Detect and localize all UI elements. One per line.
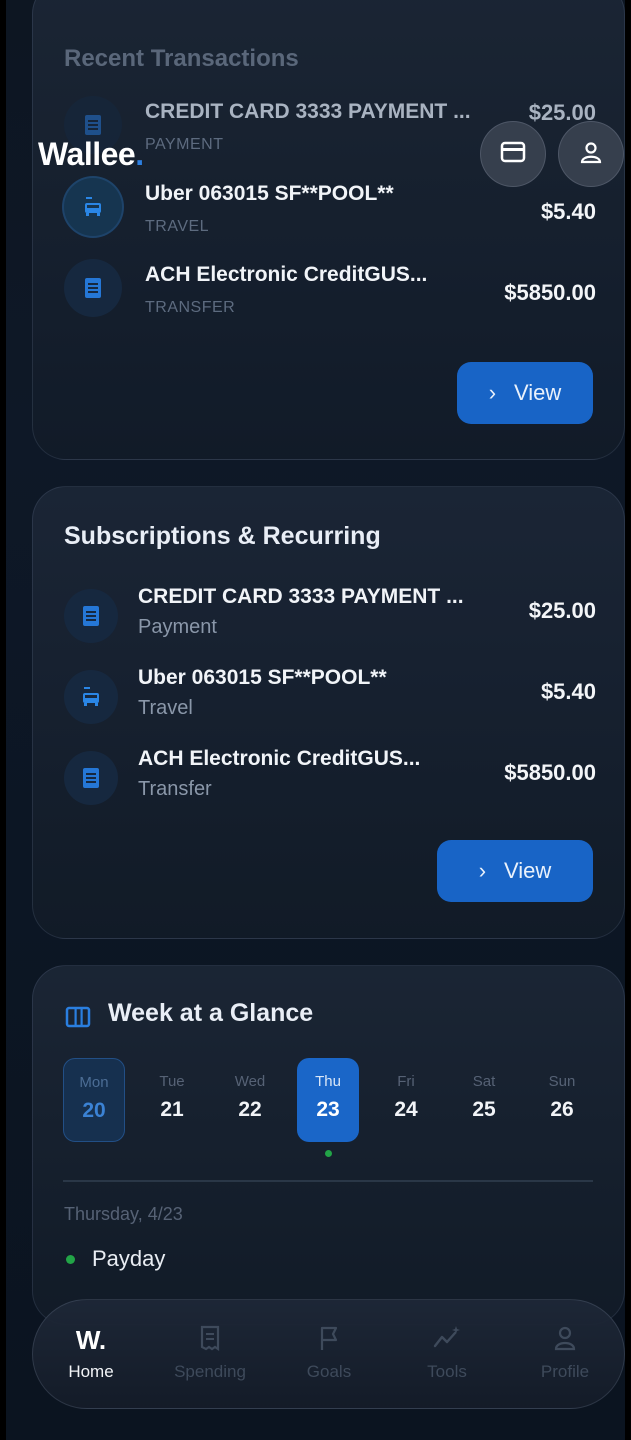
subscription-amount: $5.40 [540, 679, 596, 704]
taxi-icon [64, 178, 122, 236]
receipt-icon [64, 589, 118, 643]
receipt-icon [64, 751, 118, 805]
transaction-category: TRANSFER [145, 299, 236, 316]
app-screen: Recent Transactions CREDIT CARD 3333 PAY… [6, 0, 625, 1440]
subscriptions-view-button[interactable]: › View [437, 840, 593, 902]
transaction-name: ACH Electronic CreditGUS... [145, 263, 428, 286]
view-button-label: View [504, 858, 552, 883]
day-name: Tue [159, 1073, 185, 1090]
nav-label: Tools [427, 1362, 467, 1381]
subscription-category: Payment [138, 616, 217, 638]
receipt-icon [198, 1324, 222, 1357]
brand-name: Wallee [38, 136, 136, 172]
nav-spending[interactable]: Spending [160, 1300, 260, 1410]
day-name: Wed [234, 1073, 266, 1090]
day-date: 23 [316, 1098, 340, 1121]
subscription-amount: $25.00 [528, 598, 596, 623]
nav-label: Spending [174, 1362, 246, 1381]
day-date: 25 [472, 1098, 496, 1121]
subscription-row[interactable]: ACH Electronic CreditGUS... Transfer $58… [33, 743, 624, 813]
subscription-row[interactable]: CREDIT CARD 3333 PAYMENT ... Payment $25… [33, 581, 624, 651]
subscription-name: ACH Electronic CreditGUS... [138, 747, 421, 770]
event-dot [66, 1255, 75, 1264]
day-wed[interactable]: Wed 22 [219, 1058, 281, 1142]
transaction-amount: $5.40 [540, 199, 596, 224]
subscriptions-card: Subscriptions & Recurring CREDIT CARD 33… [32, 486, 625, 939]
profile-button[interactable] [558, 121, 624, 187]
day-name: Sun [548, 1073, 576, 1090]
day-date: 20 [82, 1099, 106, 1122]
nav-tools[interactable]: Tools [397, 1300, 497, 1410]
selected-date-label: Thursday, 4/23 [64, 1204, 183, 1224]
view-button-label: View [514, 380, 562, 405]
user-icon [579, 140, 603, 169]
day-date: 21 [160, 1098, 184, 1121]
transaction-category: TRAVEL [145, 218, 210, 235]
event-label: Payday [92, 1246, 166, 1271]
user-icon [553, 1325, 577, 1356]
day-fri[interactable]: Fri 24 [375, 1058, 437, 1142]
day-name: Sat [472, 1073, 496, 1090]
day-name: Mon [79, 1074, 109, 1091]
nav-label: Home [68, 1362, 114, 1381]
brand-logo: Wallee. [38, 136, 144, 173]
bottom-nav: W. Home Spending Goals Tools Profile [32, 1299, 625, 1409]
week-glance-card: Week at a Glance Mon 20 Tue 21 Wed 22 Th… [32, 965, 625, 1325]
transaction-row[interactable]: Uber 063015 SF**POOL** TRAVEL $5.40 [33, 178, 624, 248]
day-sun[interactable]: Sun 26 [531, 1058, 593, 1142]
day-name: Thu [315, 1073, 341, 1090]
recent-view-button[interactable]: › View [457, 362, 593, 424]
nav-profile[interactable]: Profile [515, 1300, 615, 1410]
transaction-name: CREDIT CARD 3333 PAYMENT ... [145, 100, 471, 123]
subscription-name: CREDIT CARD 3333 PAYMENT ... [138, 585, 464, 608]
subscription-category: Transfer [138, 778, 212, 800]
subscription-amount: $5850.00 [504, 760, 596, 785]
divider [63, 1180, 593, 1182]
transaction-amount: $5850.00 [504, 280, 596, 305]
day-date: 24 [394, 1098, 418, 1121]
brand-dot: . [135, 136, 144, 172]
nav-label: Goals [306, 1362, 352, 1381]
week-glance-title: Week at a Glance [108, 999, 314, 1027]
home-logo-icon: W. [75, 1324, 107, 1355]
nav-goals[interactable]: Goals [279, 1300, 379, 1410]
day-thu[interactable]: Thu 23 [297, 1058, 359, 1142]
nav-home[interactable]: W. Home [41, 1300, 141, 1410]
day-mon[interactable]: Mon 20 [63, 1058, 125, 1142]
chevron-right-icon: › [478, 858, 487, 883]
nav-label: Profile [540, 1362, 590, 1381]
card-button[interactable] [480, 121, 546, 187]
subscription-row[interactable]: Uber 063015 SF**POOL** Travel $5.40 [33, 662, 624, 732]
flag-icon [317, 1324, 341, 1357]
event-indicator-dot [325, 1150, 332, 1157]
subscription-name: Uber 063015 SF**POOL** [138, 666, 387, 689]
receipt-icon [64, 259, 122, 317]
day-date: 22 [238, 1098, 262, 1121]
calendar-columns-icon [65, 1006, 91, 1033]
chevron-right-icon: › [488, 380, 497, 405]
day-name: Fri [397, 1073, 415, 1090]
day-date: 26 [550, 1098, 574, 1121]
day-sat[interactable]: Sat 25 [453, 1058, 515, 1142]
transaction-category: PAYMENT [145, 136, 224, 153]
transaction-row[interactable]: ACH Electronic CreditGUS... TRANSFER $58… [33, 259, 624, 329]
sparkle-chart-icon [432, 1324, 462, 1357]
subscriptions-title: Subscriptions & Recurring [64, 522, 381, 550]
day-tue[interactable]: Tue 21 [141, 1058, 203, 1142]
recent-transactions-title: Recent Transactions [64, 45, 299, 72]
subscription-category: Travel [138, 697, 193, 719]
transaction-name: Uber 063015 SF**POOL** [145, 182, 394, 205]
recent-transactions-card: Recent Transactions CREDIT CARD 3333 PAY… [32, 0, 625, 460]
credit-card-icon [500, 141, 526, 168]
taxi-icon [64, 670, 118, 724]
